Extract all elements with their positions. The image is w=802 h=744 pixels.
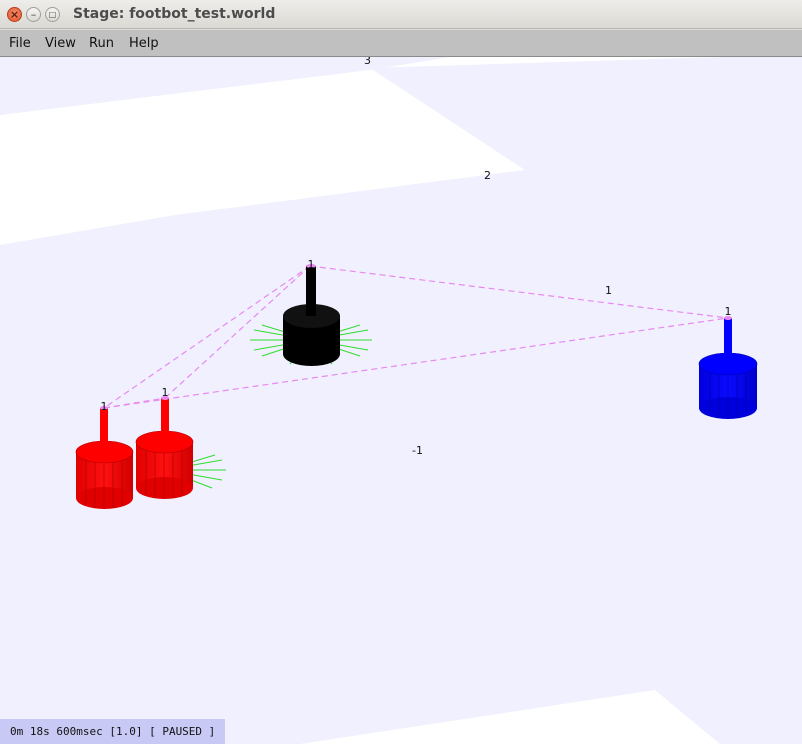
close-icon: × — [9, 8, 20, 21]
robot-mast — [306, 266, 316, 316]
robot-label: 1 — [101, 400, 108, 413]
axis-label-minus-1: -1 — [412, 444, 423, 457]
robot-label: 1 — [308, 258, 315, 271]
robot-label: 1 — [162, 386, 169, 399]
menu-help[interactable]: Help — [129, 36, 159, 51]
close-window-button[interactable]: × — [7, 7, 22, 22]
title-bar: × – □ Stage: footbot_test.world — [0, 0, 802, 29]
axis-label-2: 2 — [484, 169, 491, 182]
menu-bar: File View Run Help — [0, 29, 802, 57]
world-canvas[interactable]: 1 1 1 1 3 2 1 -1 — [0, 57, 802, 744]
stage-window: × – □ Stage: footbot_test.world File Vie… — [0, 0, 802, 744]
minimize-icon: – — [30, 8, 37, 21]
robot-mast — [100, 408, 108, 452]
menu-run[interactable]: Run — [89, 36, 114, 51]
axis-label-1: 1 — [605, 284, 612, 297]
maximize-icon: □ — [48, 10, 57, 19]
robot-mast — [161, 398, 169, 442]
simulation-viewport[interactable]: 1 1 1 1 3 2 1 -1 — [0, 57, 802, 744]
axis-label-3: 3 — [364, 57, 371, 67]
robot-mast — [724, 318, 732, 364]
window-title: Stage: footbot_test.world — [73, 6, 276, 22]
status-bar: 0m 18s 600msec [1.0] [ PAUSED ] — [0, 719, 225, 744]
robot-base — [136, 477, 193, 499]
menu-file[interactable]: File — [9, 36, 31, 51]
maximize-window-button[interactable]: □ — [45, 7, 60, 22]
robot-base — [283, 342, 340, 366]
robot-label: 1 — [725, 305, 732, 318]
menu-view[interactable]: View — [45, 36, 76, 51]
robot-base — [76, 487, 133, 509]
minimize-window-button[interactable]: – — [26, 7, 41, 22]
